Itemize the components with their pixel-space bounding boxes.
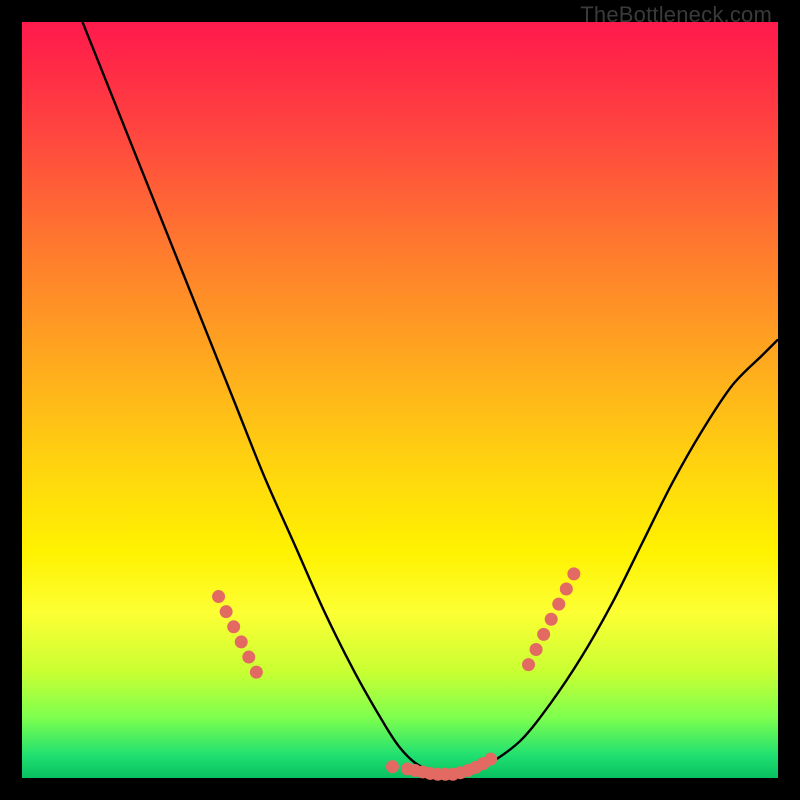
- marker-dot: [560, 583, 573, 596]
- marker-dot: [227, 620, 240, 633]
- marker-group: [212, 567, 580, 780]
- marker-dot: [545, 613, 558, 626]
- marker-dot: [530, 643, 543, 656]
- marker-dot: [242, 651, 255, 664]
- marker-dot: [386, 760, 399, 773]
- marker-dot: [484, 753, 497, 766]
- bottleneck-curve: [82, 22, 778, 775]
- marker-dot: [567, 567, 580, 580]
- bottleneck-curve-svg: [22, 22, 778, 778]
- marker-dot: [552, 598, 565, 611]
- marker-dot: [522, 658, 535, 671]
- marker-dot: [537, 628, 550, 641]
- marker-dot: [220, 605, 233, 618]
- marker-dot: [235, 635, 248, 648]
- marker-dot: [212, 590, 225, 603]
- chart-frame: TheBottleneck.com: [0, 0, 800, 800]
- plot-area: [22, 22, 778, 778]
- marker-dot: [250, 666, 263, 679]
